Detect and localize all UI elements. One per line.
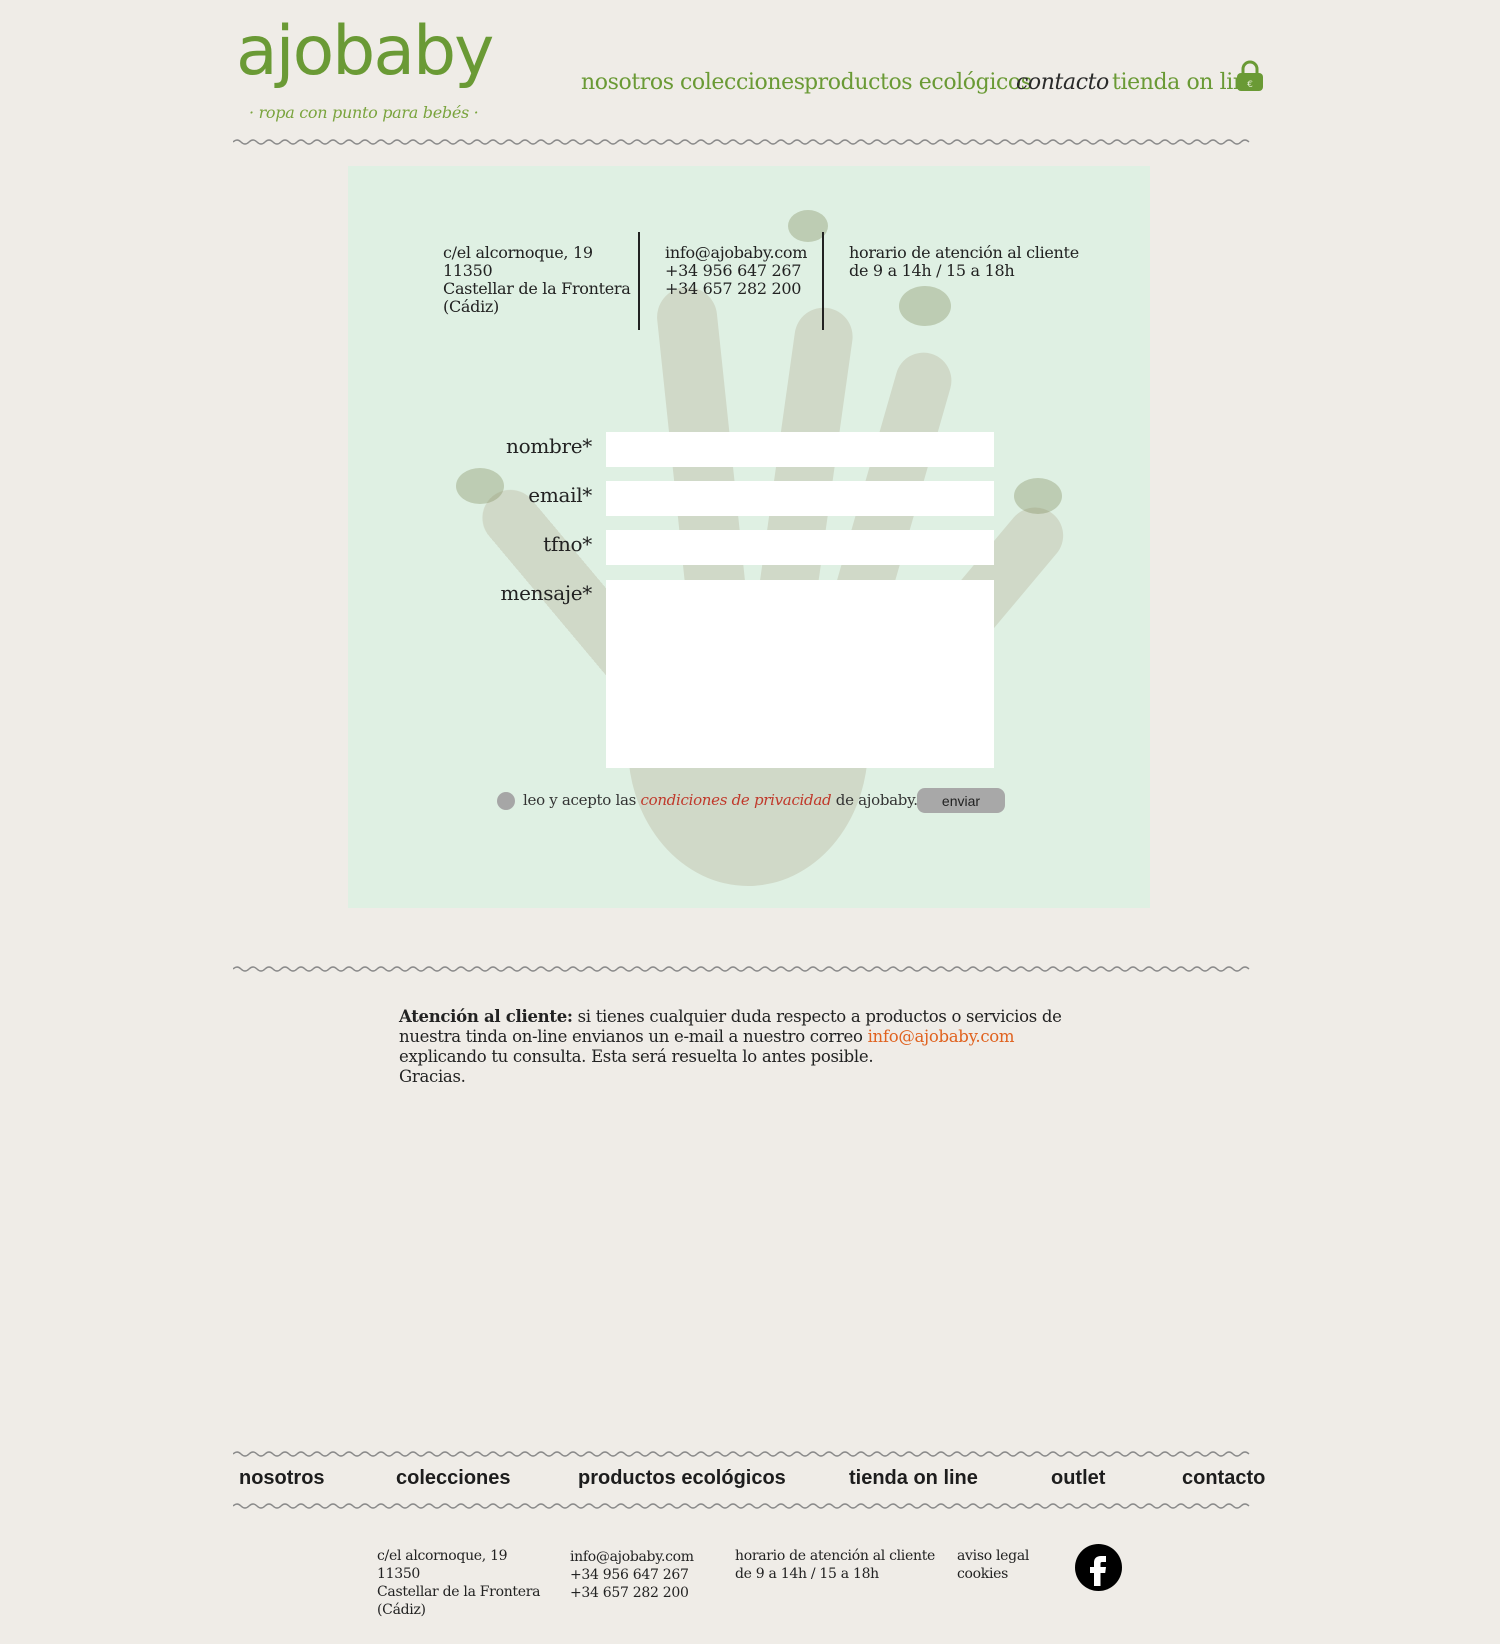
contact-panel: c/el alcornoque, 19 11350 Castellar de l… bbox=[348, 166, 1150, 908]
footer-divider-bottom bbox=[233, 1503, 1250, 1509]
footer-nav-contacto[interactable]: contacto bbox=[1182, 1467, 1265, 1490]
brand-tagline: · ropa con punto para bebés · bbox=[249, 103, 479, 122]
footer-email[interactable]: info@ajobaby.com bbox=[570, 1548, 694, 1566]
footer-nav-outlet[interactable]: outlet bbox=[1051, 1467, 1105, 1490]
cookies-link[interactable]: cookies bbox=[957, 1565, 1029, 1583]
service-thanks: Gracias. bbox=[399, 1067, 466, 1086]
contact-phone: +34 956 647 267 bbox=[665, 261, 802, 280]
nav-item-nosotros[interactable]: nosotros bbox=[581, 70, 674, 95]
hours-line: horario de atención al cliente bbox=[849, 243, 1079, 262]
footer-contact: info@ajobaby.com +34 956 647 267 +34 657… bbox=[570, 1548, 694, 1602]
privacy-consent-text: leo y acepto las condiciones de privacid… bbox=[523, 791, 956, 809]
service-heading: Atención al cliente: bbox=[399, 1007, 573, 1026]
footer-nav-colecciones[interactable]: colecciones bbox=[396, 1467, 511, 1490]
service-text: explicando tu consulta. Esta será resuel… bbox=[399, 1047, 874, 1066]
footer-phone: +34 956 647 267 bbox=[570, 1567, 689, 1583]
consent-prefix: leo y acepto las bbox=[523, 791, 637, 809]
nav-item-contacto[interactable]: contacto bbox=[1016, 70, 1109, 95]
name-label: nombre* bbox=[506, 434, 592, 458]
name-field[interactable] bbox=[606, 432, 994, 467]
panel-contact: info@ajobaby.com +34 956 647 267 +34 657… bbox=[665, 244, 807, 298]
customer-service-note: Atención al cliente: si tienes cualquier… bbox=[399, 1007, 1089, 1087]
phone-field[interactable] bbox=[606, 530, 994, 565]
address-line: 11350 bbox=[377, 1566, 421, 1582]
footer-hours: horario de atención al cliente de 9 a 14… bbox=[735, 1547, 935, 1583]
hours-line: horario de atención al cliente bbox=[735, 1548, 936, 1564]
section-divider bbox=[233, 966, 1250, 972]
footer-nav-nosotros[interactable]: nosotros bbox=[239, 1467, 325, 1490]
footer-nav-productos-ecologicos[interactable]: productos ecológicos bbox=[578, 1467, 786, 1490]
address-line: 11350 bbox=[443, 261, 493, 280]
facebook-icon[interactable] bbox=[1075, 1544, 1122, 1591]
hours-line: de 9 a 14h / 15 a 18h bbox=[849, 261, 1015, 280]
panel-address: c/el alcornoque, 19 11350 Castellar de l… bbox=[443, 244, 631, 316]
nav-item-productos-ecologicos[interactable]: productos ecológicos bbox=[804, 70, 1032, 95]
email-field[interactable] bbox=[606, 481, 994, 516]
footer-nav-tienda-on-line[interactable]: tienda on line bbox=[849, 1467, 978, 1490]
email-label: email* bbox=[528, 483, 592, 507]
hours-line: de 9 a 14h / 15 a 18h bbox=[735, 1566, 879, 1582]
shopping-bag-icon[interactable]: € bbox=[1236, 60, 1264, 92]
address-line: (Cádiz) bbox=[377, 1602, 426, 1618]
footer-divider-top bbox=[233, 1451, 1250, 1457]
panel-hours: horario de atención al cliente de 9 a 14… bbox=[849, 244, 1079, 280]
address-line: c/el alcornoque, 19 bbox=[443, 243, 593, 262]
address-line: Castellar de la Frontera bbox=[443, 279, 631, 298]
nav-item-colecciones[interactable]: colecciones bbox=[680, 70, 805, 95]
footer-phone: +34 657 282 200 bbox=[570, 1585, 689, 1601]
footer-address: c/el alcornoque, 19 11350 Castellar de l… bbox=[377, 1547, 540, 1619]
privacy-conditions-link[interactable]: condiciones de privacidad bbox=[640, 791, 831, 809]
footer-legal: aviso legal cookies bbox=[957, 1547, 1029, 1583]
contact-email[interactable]: info@ajobaby.com bbox=[665, 244, 807, 262]
panel-divider bbox=[822, 232, 824, 330]
message-label: mensaje* bbox=[500, 581, 592, 605]
address-line: (Cádiz) bbox=[443, 297, 499, 316]
service-email-link[interactable]: info@ajobaby.com bbox=[868, 1027, 1015, 1046]
svg-text:€: € bbox=[1247, 80, 1253, 90]
privacy-consent-radio[interactable] bbox=[497, 792, 515, 810]
legal-notice-link[interactable]: aviso legal bbox=[957, 1547, 1029, 1565]
address-line: Castellar de la Frontera bbox=[377, 1584, 541, 1600]
brand-logo[interactable]: ajobaby bbox=[236, 18, 494, 86]
send-button[interactable]: enviar bbox=[917, 788, 1005, 813]
address-line: c/el alcornoque, 19 bbox=[377, 1548, 508, 1564]
contact-phone: +34 657 282 200 bbox=[665, 279, 802, 298]
message-field[interactable] bbox=[606, 580, 994, 768]
phone-label: tfno* bbox=[543, 532, 592, 556]
panel-divider bbox=[638, 232, 640, 330]
header-divider bbox=[233, 139, 1250, 145]
